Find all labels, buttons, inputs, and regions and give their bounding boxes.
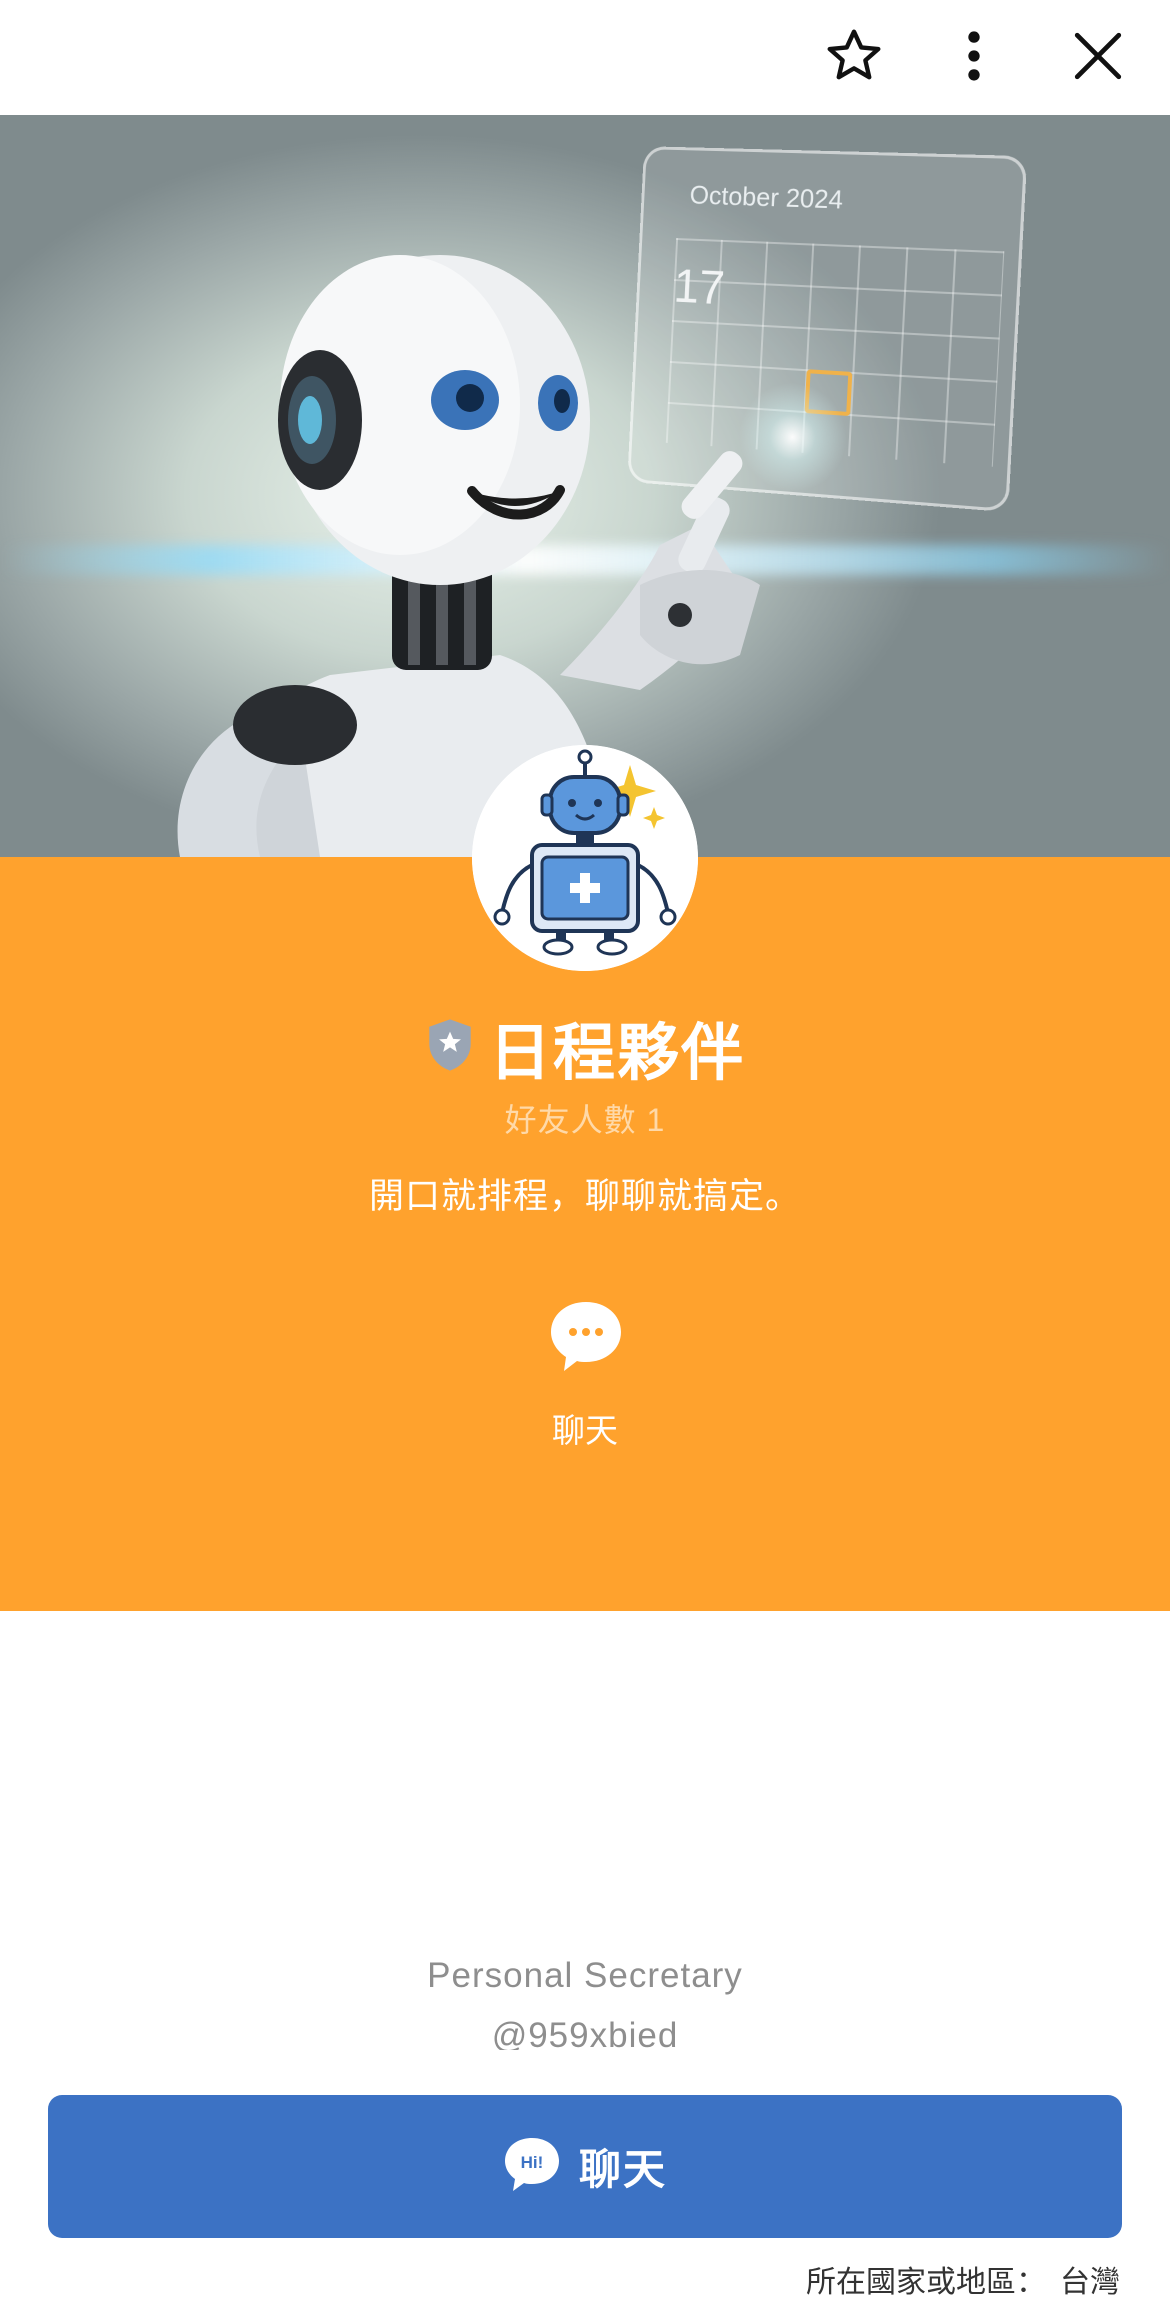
chat-bubble-icon[interactable] <box>548 1298 624 1374</box>
close-icon[interactable] <box>1062 20 1134 92</box>
friend-count: 好友人數 1 <box>0 1095 1170 1141</box>
hi-chat-icon: Hi! <box>503 2135 561 2198</box>
svg-text:Hi!: Hi! <box>521 2153 544 2172</box>
more-options-icon[interactable] <box>938 20 1010 92</box>
profile-name-row: 日程夥伴 <box>0 1002 1170 1092</box>
account-name: 日程夥伴 <box>489 1002 745 1092</box>
top-bar <box>0 0 1170 115</box>
favorite-star-icon[interactable] <box>818 20 890 92</box>
region-label: 所在國家或地區： <box>806 2266 1046 2299</box>
robot-avatar-icon <box>472 745 698 971</box>
chat-button-label: 聊天 <box>579 2136 667 2197</box>
region-info: 所在國家或地區： 台灣 <box>806 2257 1120 2301</box>
verified-shield-icon <box>425 1017 475 1078</box>
account-handle: @959xbied <box>0 2016 1170 2050</box>
region-value: 台灣 <box>1060 2266 1120 2299</box>
account-category: Personal Secretary <box>0 1956 1170 1996</box>
status-message: 開口就排程，聊聊就搞定。 <box>0 1168 1170 1219</box>
profile-avatar[interactable] <box>472 745 698 971</box>
chat-button[interactable]: Hi! 聊天 <box>48 2095 1122 2238</box>
chat-action-label[interactable]: 聊天 <box>0 1404 1170 1452</box>
